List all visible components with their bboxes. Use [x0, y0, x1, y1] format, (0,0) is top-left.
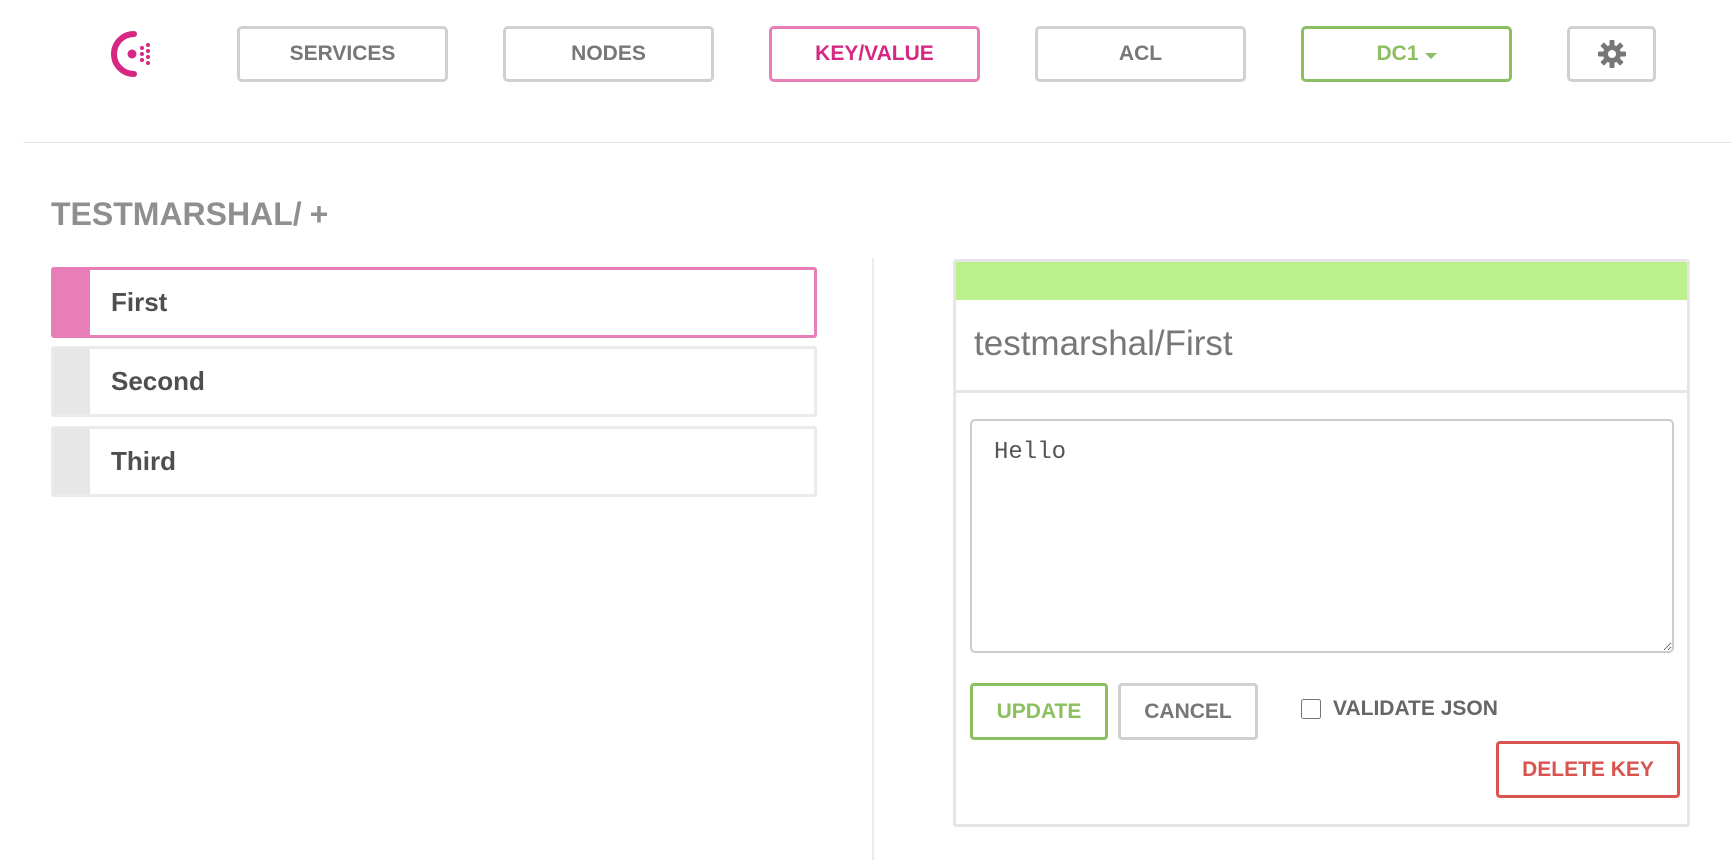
add-key-button[interactable]: +: [310, 196, 329, 232]
caret-down-icon: [1424, 53, 1437, 59]
selection-indicator: [54, 429, 90, 494]
key-item-third[interactable]: Third: [51, 426, 817, 497]
key-item-label: Third: [111, 446, 176, 476]
update-button[interactable]: UPDATE: [970, 683, 1108, 740]
validate-json-option[interactable]: VALIDATE JSON: [1301, 697, 1498, 721]
validate-json-checkbox[interactable]: [1301, 699, 1321, 719]
consul-logo-icon[interactable]: [104, 28, 164, 80]
header-divider: [23, 142, 1732, 143]
datacenter-dropdown[interactable]: DC1: [1301, 26, 1512, 82]
key-item-first[interactable]: First: [51, 267, 817, 338]
panel-divider: [956, 390, 1687, 393]
selection-indicator: [54, 349, 90, 414]
key-title: testmarshal/First: [974, 324, 1233, 363]
cancel-button[interactable]: CANCEL: [1118, 683, 1258, 740]
key-item-second[interactable]: Second: [51, 346, 817, 417]
key-editor-panel: testmarshal/First Hello UPDATE CANCEL VA…: [953, 259, 1690, 827]
breadcrumb: TESTMARSHAL/+: [51, 196, 328, 233]
status-bar: [956, 262, 1687, 300]
key-item-label: First: [111, 287, 168, 317]
nav-services-button[interactable]: SERVICES: [237, 26, 448, 82]
column-divider: [872, 258, 874, 860]
nav-keyvalue-button[interactable]: KEY/VALUE: [769, 26, 980, 82]
nav-nodes-button[interactable]: NODES: [503, 26, 714, 82]
validate-json-label: VALIDATE JSON: [1333, 697, 1498, 720]
settings-button[interactable]: [1567, 26, 1656, 82]
gear-icon: [1597, 40, 1626, 68]
value-textarea[interactable]: Hello: [970, 419, 1674, 653]
breadcrumb-path[interactable]: TESTMARSHAL/: [51, 196, 302, 232]
nav-acl-button[interactable]: ACL: [1035, 26, 1246, 82]
key-item-label: Second: [111, 366, 205, 396]
selection-indicator: [54, 270, 90, 335]
delete-key-button[interactable]: DELETE KEY: [1496, 741, 1680, 798]
